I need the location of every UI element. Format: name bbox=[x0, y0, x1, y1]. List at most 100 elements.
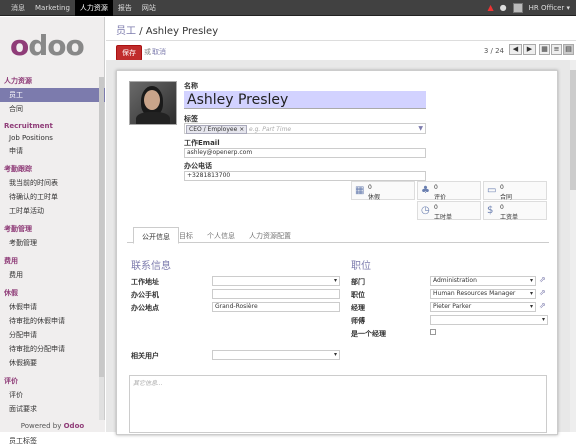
sidebar-item[interactable]: 我当前的时间表 bbox=[0, 176, 105, 190]
cancel-button[interactable]: 取消 bbox=[152, 47, 166, 57]
tag-remove-icon[interactable]: × bbox=[239, 126, 244, 133]
is-manager-checkbox[interactable] bbox=[430, 329, 436, 335]
odoo-logo[interactable]: odoo bbox=[10, 29, 85, 62]
payslips-count: 0 bbox=[500, 204, 504, 211]
powered-by-brand[interactable]: Odoo bbox=[64, 422, 85, 430]
coach-select[interactable]: ▾ bbox=[430, 315, 548, 325]
work-email-label: 工作Email bbox=[184, 139, 220, 147]
timesheets-stat-button[interactable]: ◷ 0 工时单 bbox=[417, 201, 481, 221]
department-dropdown-icon[interactable]: ▾ bbox=[530, 277, 533, 285]
manager-external-link-icon[interactable]: ⇗ bbox=[539, 301, 546, 310]
sidebar-menu: 人力资源 员工 合同 Recruitment Job Positions 申请 考勤跟踪 我当… bbox=[0, 70, 105, 448]
sidebar-item[interactable]: 面试要求 bbox=[0, 402, 105, 416]
department-select[interactable]: Administration ▾ bbox=[430, 276, 536, 286]
sidebar-item[interactable]: 休假申请 bbox=[0, 300, 105, 314]
appraisals-stat-button[interactable]: ♣ 0 评价 bbox=[417, 181, 481, 201]
sidebar-scrollbar[interactable] bbox=[99, 77, 104, 432]
powered-by-text: Powered by bbox=[20, 422, 62, 430]
sidebar-item[interactable]: 工时单活动 bbox=[0, 204, 105, 218]
name-label: 名称 bbox=[184, 82, 198, 90]
page-header: 员工 / Ashley Presley bbox=[106, 17, 576, 41]
job-external-link-icon[interactable]: ⇗ bbox=[539, 288, 546, 297]
sidebar-item[interactable]: 申请 bbox=[0, 144, 105, 158]
payslips-stat-button[interactable]: $ 0 工资单 bbox=[483, 201, 547, 221]
sidebar-item[interactable]: Job Positions bbox=[0, 132, 105, 144]
sidebar-section-title: 评价 bbox=[4, 377, 18, 385]
breadcrumb-current: Ashley Presley bbox=[145, 26, 219, 37]
menu-website[interactable]: 网站 bbox=[137, 0, 161, 16]
sidebar-scroll-thumb[interactable] bbox=[99, 77, 104, 377]
chat-icon[interactable]: ● bbox=[500, 0, 507, 16]
sidebar-item[interactable]: 待审批的分配申请 bbox=[0, 342, 105, 356]
tag-chip[interactable]: CEO / Employee × bbox=[186, 125, 248, 134]
department-external-link-icon[interactable]: ⇗ bbox=[539, 275, 546, 284]
work-location-label: 办公地点 bbox=[131, 304, 159, 312]
menu-messaging[interactable]: 消息 bbox=[6, 0, 30, 16]
job-value: Human Resources Manager bbox=[433, 290, 516, 297]
pager-counter: 3 / 24 bbox=[483, 47, 504, 55]
related-user-select[interactable]: ▾ bbox=[212, 350, 340, 360]
action-bar: 保存 或 取消 3 / 24 ◀ ▶ ▦ ≡ ▤ bbox=[106, 42, 576, 61]
employee-photo[interactable] bbox=[129, 81, 177, 125]
menu-reporting[interactable]: 报告 bbox=[113, 0, 137, 16]
book-icon: ▭ bbox=[487, 185, 497, 196]
sidebar-item[interactable]: 待确认的工时单 bbox=[0, 190, 105, 204]
sidebar-section-title: 人力资源 bbox=[4, 77, 32, 85]
tags-dropdown-icon[interactable]: ▼ bbox=[418, 124, 423, 133]
work-phone-input[interactable]: +3281813700 bbox=[184, 171, 426, 181]
sidebar-item[interactable]: 员工 bbox=[0, 88, 105, 102]
sidebar-item[interactable]: 员工标签 bbox=[0, 434, 105, 448]
coach-dropdown-icon[interactable]: ▾ bbox=[542, 316, 545, 324]
tab-hr-settings[interactable]: 人力资源配置 bbox=[249, 231, 291, 241]
leaves-stat-button[interactable]: ▦ 0 休假 bbox=[351, 181, 415, 201]
sidebar-item[interactable]: 评价 bbox=[0, 388, 105, 402]
leaves-count: 0 bbox=[368, 184, 372, 191]
sidebar-item[interactable]: 休假摘要 bbox=[0, 356, 105, 370]
tags-field[interactable]: CEO / Employee × e.g. Part Time ▼ bbox=[184, 123, 426, 134]
sidebar-item[interactable]: 费用 bbox=[0, 268, 105, 282]
employee-name-input[interactable]: Ashley Presley bbox=[184, 91, 426, 109]
save-button[interactable]: 保存 bbox=[116, 45, 142, 61]
tag-chip-label: CEO / Employee bbox=[189, 126, 238, 133]
breadcrumb-separator: / bbox=[139, 26, 143, 37]
tab-goals[interactable]: 目标 bbox=[179, 231, 193, 241]
work-location-input[interactable]: Grand-Rosière bbox=[212, 302, 340, 312]
job-select[interactable]: Human Resources Manager ▾ bbox=[430, 289, 536, 299]
payslips-label: 工资单 bbox=[500, 214, 519, 221]
user-menu[interactable]: HR Officer ▾ bbox=[529, 4, 570, 12]
related-user-dropdown-icon[interactable]: ▾ bbox=[334, 351, 337, 359]
sidebar-item[interactable]: 考勤管理 bbox=[0, 236, 105, 250]
tab-public-info[interactable]: 公开信息 bbox=[133, 227, 179, 244]
work-email-input[interactable]: ashley@openerp.com bbox=[184, 148, 426, 158]
smart-buttons: ▦ 0 休假 ♣ 0 评价 ▭ 0 合同 ◷ 0 工时单 $ 0 工资单 bbox=[337, 181, 549, 221]
kanban-view-icon[interactable]: ▦ bbox=[539, 44, 550, 55]
sidebar-item[interactable]: 合同 bbox=[0, 102, 105, 116]
user-avatar bbox=[512, 3, 523, 13]
work-address-label: 工作地址 bbox=[131, 278, 159, 286]
manager-dropdown-icon[interactable]: ▾ bbox=[530, 303, 533, 311]
menu-human-resources[interactable]: 人力资源 bbox=[74, 0, 113, 16]
department-value: Administration bbox=[433, 277, 477, 284]
is-manager-label: 是一个经理 bbox=[351, 330, 386, 338]
work-mobile-input[interactable] bbox=[212, 289, 340, 299]
prev-record-button[interactable]: ◀ bbox=[509, 44, 522, 55]
manager-select[interactable]: Pieter Parker ▾ bbox=[430, 302, 536, 312]
form-view-icon[interactable]: ▤ bbox=[563, 44, 574, 55]
tab-personal-info[interactable]: 个人信息 bbox=[207, 231, 235, 241]
alert-icon[interactable]: ▲ bbox=[487, 0, 493, 16]
list-view-icon[interactable]: ≡ bbox=[551, 44, 562, 55]
work-address-select[interactable]: ▾ bbox=[212, 276, 340, 286]
main-scrollbar[interactable] bbox=[570, 60, 576, 432]
work-mobile-label: 办公手机 bbox=[131, 291, 159, 299]
breadcrumb-employees[interactable]: 员工 bbox=[116, 26, 136, 37]
work-address-dropdown-icon[interactable]: ▾ bbox=[334, 277, 337, 285]
sidebar-item[interactable]: 待审批的休假申请 bbox=[0, 314, 105, 328]
main-scroll-thumb[interactable] bbox=[570, 70, 576, 190]
next-record-button[interactable]: ▶ bbox=[523, 44, 536, 55]
menu-marketing[interactable]: Marketing bbox=[30, 0, 75, 16]
notes-textarea[interactable]: 其它信息... bbox=[129, 375, 547, 433]
contracts-stat-button[interactable]: ▭ 0 合同 bbox=[483, 181, 547, 201]
top-right-area: ▲ ● HR Officer ▾ bbox=[487, 0, 570, 16]
sidebar-item[interactable]: 分配申请 bbox=[0, 328, 105, 342]
job-dropdown-icon[interactable]: ▾ bbox=[530, 290, 533, 298]
